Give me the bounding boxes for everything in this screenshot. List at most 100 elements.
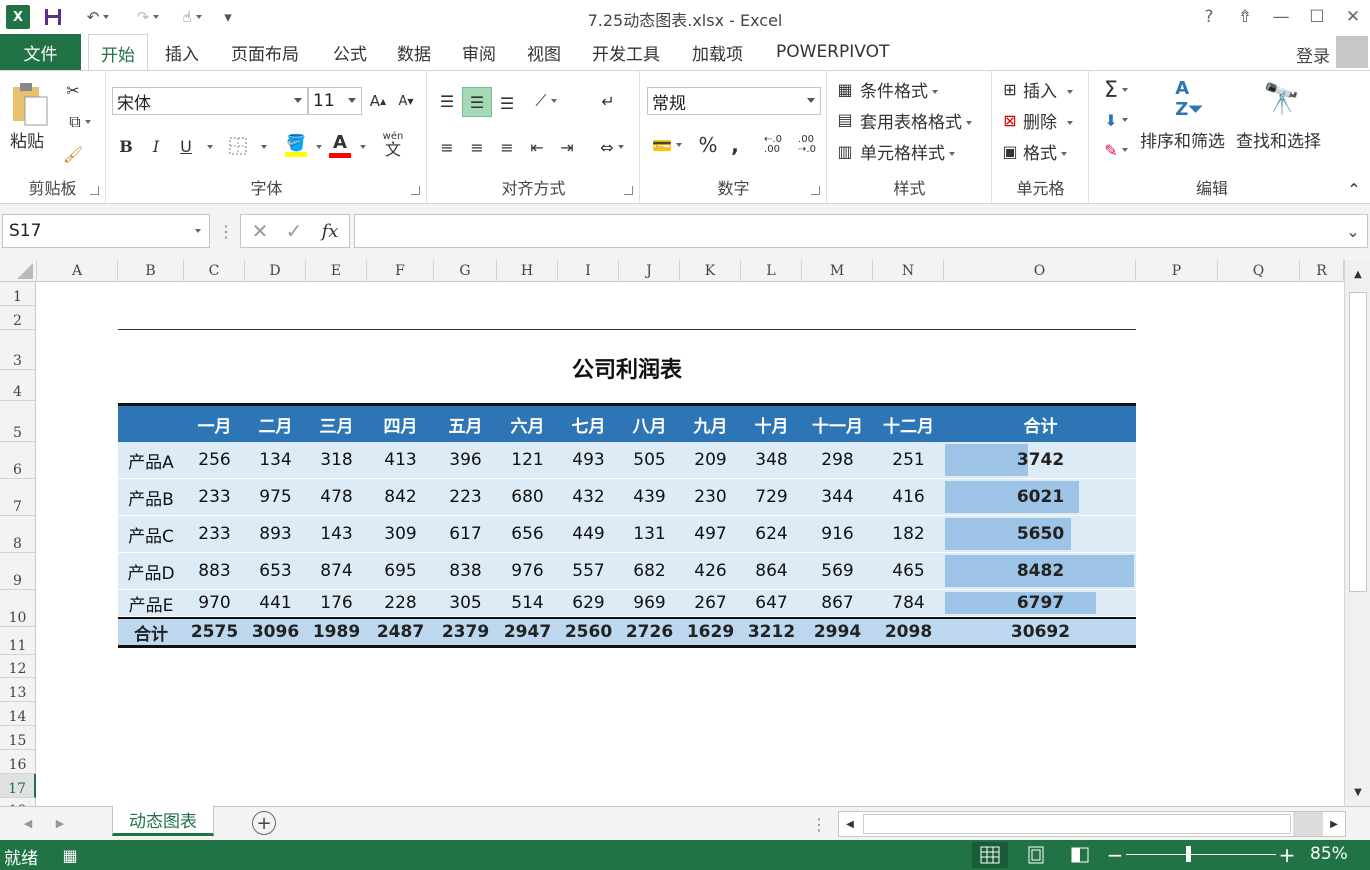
comma-style-button[interactable]: , (725, 131, 745, 159)
column-header-m[interactable]: M (802, 260, 873, 282)
column-header-l[interactable]: L (741, 260, 802, 282)
row-total[interactable]: 8482 (945, 553, 1136, 589)
cell-styles-icon[interactable]: ▥ (834, 139, 856, 163)
formula-input[interactable]: ⌄ (354, 214, 1368, 248)
vertical-scrollbar[interactable]: ▲ ▼ (1344, 260, 1370, 806)
table-cell[interactable]: 656 (497, 516, 558, 552)
tab-powerpivot[interactable]: POWERPIVOT (776, 34, 889, 70)
cut-icon[interactable]: ✂ (62, 79, 84, 101)
column-header-i[interactable]: I (558, 260, 619, 282)
merge-center-icon[interactable]: ⇔ (592, 133, 632, 161)
row-header-3[interactable]: 3 (0, 330, 36, 370)
table-cell[interactable]: 233 (184, 479, 245, 515)
header-cell[interactable]: 一月 (184, 406, 245, 442)
decrease-decimal-icon[interactable]: .00 ⇢.0 (793, 131, 821, 159)
table-cell[interactable]: 413 (367, 442, 434, 478)
zoom-in-button[interactable]: + (1278, 843, 1296, 867)
clipboard-launcher-icon[interactable] (90, 186, 99, 195)
enter-icon[interactable]: ✓ (279, 218, 309, 244)
normal-view-icon[interactable] (972, 842, 1008, 868)
product-name[interactable]: 产品D (118, 553, 184, 589)
column-header-j[interactable]: J (619, 260, 680, 282)
table-cell[interactable]: 916 (802, 516, 873, 552)
sheet-tab-active[interactable]: 动态图表 (112, 806, 214, 836)
phonetic-icon[interactable]: wén 文 (379, 129, 407, 161)
header-cell[interactable]: 九月 (680, 406, 741, 442)
header-cell[interactable]: 四月 (367, 406, 434, 442)
row-header-6[interactable]: 6 (0, 442, 36, 479)
table-cell[interactable]: 478 (306, 479, 367, 515)
table-cell[interactable]: 256 (184, 442, 245, 478)
table-cell[interactable]: 842 (367, 479, 434, 515)
table-cell[interactable]: 298 (802, 442, 873, 478)
find-select-button[interactable]: 查找和选择 (1236, 127, 1321, 152)
help-button[interactable]: ? (1192, 4, 1226, 30)
table-cell[interactable]: 228 (367, 590, 434, 616)
table-cell[interactable]: 682 (619, 553, 680, 589)
column-header-p[interactable]: P (1136, 260, 1218, 282)
zoom-out-button[interactable]: − (1106, 843, 1124, 867)
header-cell[interactable]: 二月 (245, 406, 306, 442)
ribbon-display-icon[interactable]: ⇮ (1228, 4, 1262, 30)
macro-record-icon[interactable]: ▦ (58, 844, 82, 866)
scroll-right-icon[interactable]: ▶ (1325, 814, 1343, 834)
tab-addins[interactable]: 加载项 (692, 34, 743, 70)
table-cell[interactable]: 976 (497, 553, 558, 589)
row-header-17[interactable]: 17 (0, 774, 36, 798)
column-total[interactable]: 3212 (741, 619, 802, 645)
format-cells-icon[interactable]: ▣ (999, 139, 1021, 163)
column-total[interactable]: 2994 (802, 619, 873, 645)
font-launcher-icon[interactable] (411, 186, 420, 195)
row-header-8[interactable]: 8 (0, 516, 36, 553)
header-cell[interactable]: 五月 (434, 406, 497, 442)
minimize-button[interactable]: — (1264, 4, 1298, 30)
zoom-level[interactable]: 85% (1310, 844, 1348, 864)
font-color-icon[interactable]: A (327, 129, 353, 161)
column-header-o[interactable]: O (944, 260, 1136, 282)
table-cell[interactable]: 305 (434, 590, 497, 616)
table-cell[interactable]: 893 (245, 516, 306, 552)
header-cell[interactable]: 八月 (619, 406, 680, 442)
format-painter-icon[interactable]: 🖌 (62, 143, 84, 165)
table-cell[interactable]: 176 (306, 590, 367, 616)
insert-function-button[interactable]: fx (315, 218, 345, 244)
table-cell[interactable]: 874 (306, 553, 367, 589)
row-header-1[interactable]: 1 (0, 282, 36, 306)
row-total[interactable]: 3742 (945, 442, 1136, 478)
delete-cells-icon[interactable]: ⊠ (999, 108, 1021, 132)
row-header-14[interactable]: 14 (0, 702, 36, 726)
format-cells-button[interactable]: 格式 (1023, 139, 1067, 164)
header-cell[interactable]: 三月 (306, 406, 367, 442)
table-cell[interactable]: 143 (306, 516, 367, 552)
align-left-icon[interactable]: ≡ (434, 133, 460, 161)
maximize-button[interactable]: ☐ (1300, 4, 1334, 30)
format-as-table-button[interactable]: 套用表格格式 (860, 108, 972, 133)
table-cell[interactable]: 617 (434, 516, 497, 552)
product-name[interactable]: 产品A (118, 442, 184, 478)
table-cell[interactable]: 784 (873, 590, 944, 616)
table-cell[interactable]: 209 (680, 442, 741, 478)
conditional-format-icon[interactable]: ▦ (834, 77, 856, 101)
accounting-format-icon[interactable]: 💳 (647, 131, 687, 159)
row-header-10[interactable]: 10 (0, 590, 36, 627)
table-cell[interactable]: 441 (245, 590, 306, 616)
column-total[interactable]: 2560 (558, 619, 619, 645)
vertical-scroll-thumb[interactable] (1349, 292, 1367, 592)
add-sheet-button[interactable]: + (252, 811, 276, 835)
table-cell[interactable]: 505 (619, 442, 680, 478)
product-name[interactable]: 产品E (118, 590, 184, 616)
table-cell[interactable]: 230 (680, 479, 741, 515)
row-header-4[interactable]: 4 (0, 370, 36, 401)
product-name[interactable]: 产品B (118, 479, 184, 515)
row-header-9[interactable]: 9 (0, 553, 36, 590)
format-as-table-icon[interactable]: ▤ (834, 107, 856, 131)
align-top-icon[interactable]: ☰ (434, 87, 460, 115)
row-header-16[interactable]: 16 (0, 750, 36, 774)
tab-file[interactable]: 文件 (0, 34, 81, 70)
table-cell[interactable]: 975 (245, 479, 306, 515)
column-header-k[interactable]: K (680, 260, 741, 282)
page-layout-view-icon[interactable] (1018, 842, 1054, 868)
header-cell[interactable]: 十一月 (802, 406, 873, 442)
table-cell[interactable]: 426 (680, 553, 741, 589)
column-total[interactable]: 1629 (680, 619, 741, 645)
